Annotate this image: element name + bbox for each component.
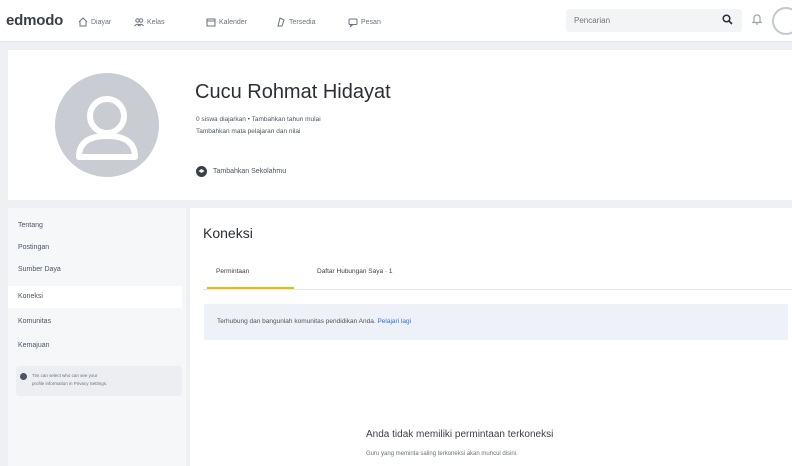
nav-item-home[interactable]: Diayar: [78, 17, 111, 27]
default-user-icon: [76, 96, 138, 160]
nav-item-messages[interactable]: Pesan: [348, 17, 381, 27]
profile-subjects-line[interactable]: Tambahkan mata pelajaran dan nilai: [196, 128, 300, 135]
sidebar-item-sumber-daya[interactable]: Sumber Daya: [8, 259, 182, 281]
privacy-note: Tim can select who can see your profile …: [16, 366, 182, 396]
home-icon: [78, 17, 88, 27]
user-avatar-menu[interactable]: [772, 7, 792, 35]
nav-item-backpack[interactable]: Tersedia: [276, 17, 315, 27]
sidebar-item-kemajuan[interactable]: Kemajuan: [8, 335, 182, 357]
profile-name: Cucu Rohmat Hidayat: [195, 81, 391, 103]
active-tab-indicator: [207, 287, 294, 289]
empty-state-title: Anda tidak memiliki permintaan terkoneks…: [366, 429, 554, 440]
nav-label: Diayar: [91, 18, 112, 26]
search-box[interactable]: [566, 9, 742, 32]
privacy-note-line1: Tim can select who can see your: [32, 373, 98, 378]
nav-label: Kalender: [219, 18, 248, 26]
profile-sidebar: Tentang Postingan Sumber Daya Koneksi Ko…: [8, 208, 186, 466]
add-school-label: Tambahkan Sekolahmu: [213, 168, 287, 175]
top-navigation-bar: edmodo Diayar Kelas Kalender Tersedia Pe…: [0, 0, 792, 42]
messages-icon: [348, 18, 358, 27]
empty-state-subtitle: Guru yang meminta saling terkoneksi akan…: [366, 451, 518, 457]
profile-header: Cucu Rohmat Hidayat 0 siswa diajarkan • …: [8, 50, 792, 200]
nav-item-classes[interactable]: Kelas: [134, 17, 165, 27]
notifications-bell-icon[interactable]: [752, 13, 762, 25]
nav-label: Pesan: [361, 18, 381, 26]
banner-text: Terhubung dan bangunlah komunitas pendid…: [217, 318, 411, 325]
privacy-note-line2[interactable]: profile information in Privacy Settings.: [32, 381, 107, 386]
calendar-icon: [206, 18, 216, 27]
profile-avatar[interactable]: [55, 73, 159, 177]
edmodo-logo[interactable]: edmodo: [6, 12, 63, 29]
search-icon[interactable]: [722, 14, 733, 25]
tab-my-connections[interactable]: Daftar Hubungan Saya · 1: [317, 268, 393, 275]
learn-more-link[interactable]: Pelajari lagi: [377, 318, 411, 325]
sidebar-item-komunitas[interactable]: Komunitas: [8, 311, 182, 333]
profile-stats-line[interactable]: 0 siswa diajarkan • Tambahkan tahun mula…: [196, 116, 321, 123]
banner-message: Terhubung dan bangunlah komunitas pendid…: [217, 318, 376, 325]
backpack-icon: [277, 17, 285, 27]
sidebar-item-koneksi[interactable]: Koneksi: [8, 286, 182, 308]
school-icon: [196, 166, 207, 177]
classes-icon: [134, 18, 144, 27]
sidebar-item-postingan[interactable]: Postingan: [8, 237, 182, 259]
tab-requests[interactable]: Permintaan: [216, 268, 249, 275]
tabs-divider: [203, 289, 792, 290]
add-school-link[interactable]: Tambahkan Sekolahmu: [196, 166, 286, 177]
info-icon: [20, 373, 27, 380]
page-title: Koneksi: [203, 225, 253, 241]
search-input[interactable]: [574, 14, 714, 27]
connections-panel: Koneksi Permintaan Daftar Hubungan Saya …: [190, 208, 792, 466]
nav-item-calendar[interactable]: Kalender: [206, 17, 247, 27]
sidebar-item-tentang[interactable]: Tentang: [8, 215, 182, 237]
info-banner: Terhubung dan bangunlah komunitas pendid…: [204, 304, 788, 340]
nav-label: Kelas: [147, 18, 165, 26]
nav-label: Tersedia: [289, 18, 316, 26]
